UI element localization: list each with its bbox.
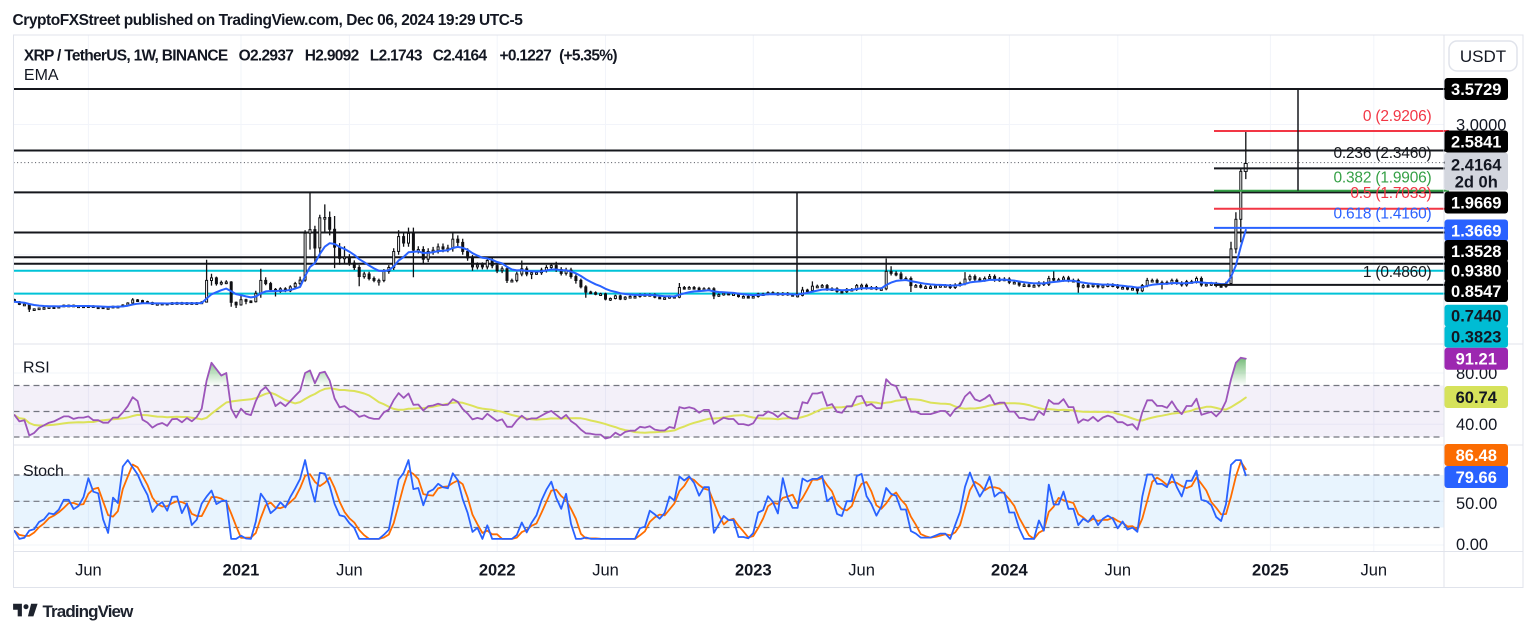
svg-text:0.8547: 0.8547 xyxy=(1451,283,1501,301)
svg-text:0.7440: 0.7440 xyxy=(1451,308,1501,326)
svg-text:0.00: 0.00 xyxy=(1456,536,1488,554)
svg-text:60.74: 60.74 xyxy=(1456,389,1498,407)
svg-text:2.5841: 2.5841 xyxy=(1451,133,1501,151)
svg-text:1.9669: 1.9669 xyxy=(1451,194,1501,212)
svg-text:XRP / TetherUS, 1W, BINANCE: XRP / TetherUS, 1W, BINANCE xyxy=(24,47,228,64)
svg-text:2025: 2025 xyxy=(1252,562,1289,580)
svg-text:91.21: 91.21 xyxy=(1456,351,1497,369)
svg-text:40.00: 40.00 xyxy=(1456,416,1497,434)
svg-text:0 (2.9206): 0 (2.9206) xyxy=(1363,108,1432,125)
svg-text:L2.1743: L2.1743 xyxy=(370,47,423,64)
svg-text:3.5729: 3.5729 xyxy=(1451,81,1501,99)
svg-text:0.5 (1.7033): 0.5 (1.7033) xyxy=(1350,185,1431,202)
svg-text:1.3528: 1.3528 xyxy=(1451,243,1501,261)
svg-text:0.236 (2.3460): 0.236 (2.3460) xyxy=(1333,145,1431,162)
svg-text:2021: 2021 xyxy=(223,562,260,580)
svg-text:0.618 (1.4160): 0.618 (1.4160) xyxy=(1333,206,1431,223)
svg-text:2022: 2022 xyxy=(479,562,516,580)
svg-text:2.4164: 2.4164 xyxy=(1451,156,1502,174)
svg-text:Jun: Jun xyxy=(75,562,102,580)
svg-text:1.3669: 1.3669 xyxy=(1451,222,1501,240)
svg-text:RSI: RSI xyxy=(23,360,50,377)
svg-text:1 (0.4860): 1 (0.4860) xyxy=(1363,264,1432,281)
svg-text:USDT: USDT xyxy=(1460,47,1506,66)
svg-text:0.9380: 0.9380 xyxy=(1451,263,1501,281)
svg-text:H2.9092: H2.9092 xyxy=(305,47,359,64)
svg-text:EMA: EMA xyxy=(24,67,59,84)
svg-text:Jun: Jun xyxy=(592,562,619,580)
svg-text:2d 0h: 2d 0h xyxy=(1455,174,1498,192)
svg-text:Jun: Jun xyxy=(336,562,363,580)
svg-text:(+5.35%): (+5.35%) xyxy=(559,47,617,64)
svg-text:86.48: 86.48 xyxy=(1456,447,1497,465)
svg-text:50.00: 50.00 xyxy=(1456,495,1497,513)
svg-text:0.3823: 0.3823 xyxy=(1451,329,1501,347)
svg-text:+0.1227: +0.1227 xyxy=(500,47,552,64)
svg-text:Jun: Jun xyxy=(848,562,875,580)
svg-text:C2.4164: C2.4164 xyxy=(433,47,488,64)
svg-text:Jun: Jun xyxy=(1360,562,1387,580)
svg-text:2024: 2024 xyxy=(991,562,1029,580)
svg-text:O2.2937: O2.2937 xyxy=(239,47,294,64)
svg-text:79.66: 79.66 xyxy=(1456,469,1497,487)
svg-text:2023: 2023 xyxy=(735,562,772,580)
svg-text:Stoch: Stoch xyxy=(23,463,64,480)
svg-text:TradingView: TradingView xyxy=(43,602,135,621)
svg-text:CryptoFXStreet published on Tr: CryptoFXStreet published on TradingView.… xyxy=(13,12,524,29)
svg-text:Jun: Jun xyxy=(1104,562,1131,580)
